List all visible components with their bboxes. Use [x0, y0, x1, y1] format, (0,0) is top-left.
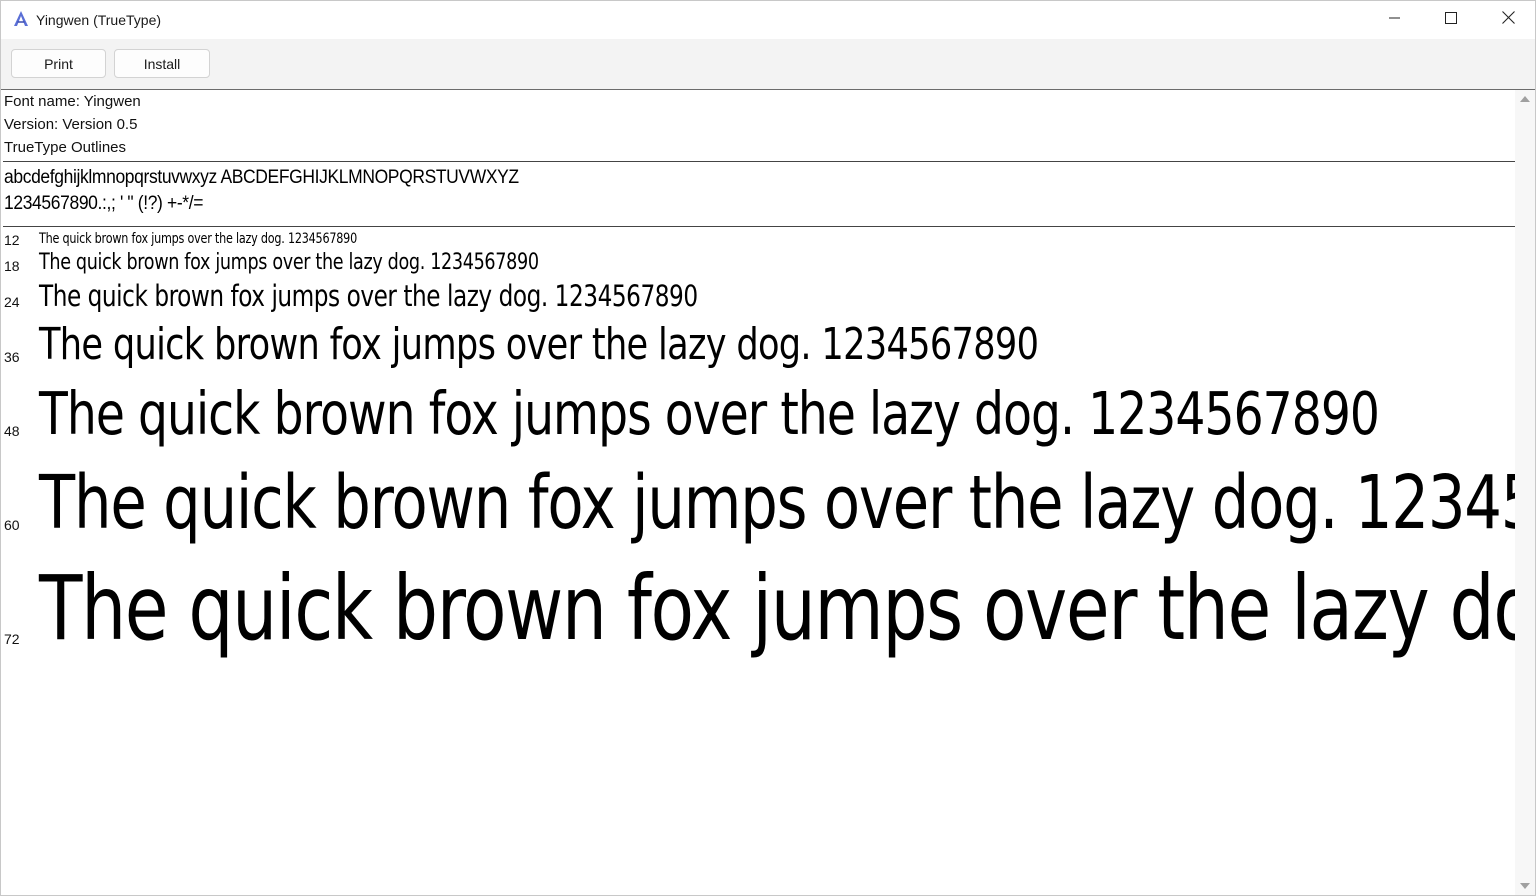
sample-size-label: 18	[4, 258, 20, 274]
close-icon	[1501, 11, 1515, 29]
sample-size-label: 12	[4, 232, 20, 248]
font-outline-line: TrueType Outlines	[4, 139, 126, 156]
sample-size-label: 36	[4, 349, 20, 365]
charset-symbols: 1234567890.:,; ' " (!?) +-*/=	[4, 193, 204, 214]
font-name-line: Font name: Yingwen	[4, 93, 141, 110]
maximize-icon	[1445, 11, 1457, 29]
divider	[3, 161, 1515, 162]
scroll-up-arrow-icon[interactable]	[1520, 96, 1530, 102]
font-viewer-icon	[12, 10, 30, 28]
sample-line: The quick brown fox jumps over the lazy …	[39, 460, 1515, 546]
toolbar: Print Install	[1, 39, 1535, 89]
font-version-line: Version: Version 0.5	[4, 116, 138, 133]
print-button[interactable]: Print	[11, 49, 106, 78]
font-preview-pane[interactable]: Font name: Yingwen Version: Version 0.5 …	[1, 90, 1515, 895]
title-bar[interactable]: Yingwen (TrueType)	[1, 1, 1535, 39]
vertical-scrollbar[interactable]	[1515, 90, 1535, 895]
close-button[interactable]	[1480, 1, 1535, 39]
sample-line: The quick brown fox jumps over the lazy …	[39, 556, 1515, 660]
window-title: Yingwen (TrueType)	[36, 12, 162, 28]
scroll-down-arrow-icon[interactable]	[1520, 883, 1530, 889]
font-viewer-window: Yingwen (TrueType) Print Install Font na…	[0, 0, 1536, 896]
sample-size-label: 60	[4, 517, 20, 533]
sample-size-label: 24	[4, 294, 20, 310]
sample-line: The quick brown fox jumps over the lazy …	[39, 319, 1039, 370]
install-button[interactable]: Install	[114, 49, 210, 78]
minimize-icon	[1389, 11, 1401, 29]
divider	[3, 226, 1515, 227]
sample-line: The quick brown fox jumps over the lazy …	[39, 250, 539, 275]
charset-letters: abcdefghijklmnopqrstuvwxyz ABCDEFGHIJKLM…	[4, 167, 519, 188]
sample-size-label: 48	[4, 423, 20, 439]
minimize-button[interactable]	[1367, 1, 1423, 39]
maximize-button[interactable]	[1423, 1, 1479, 39]
sample-line: The quick brown fox jumps over the lazy …	[39, 279, 698, 313]
sample-size-label: 72	[4, 631, 20, 647]
sample-line: The quick brown fox jumps over the lazy …	[39, 379, 1380, 448]
sample-line: The quick brown fox jumps over the lazy …	[39, 231, 357, 247]
